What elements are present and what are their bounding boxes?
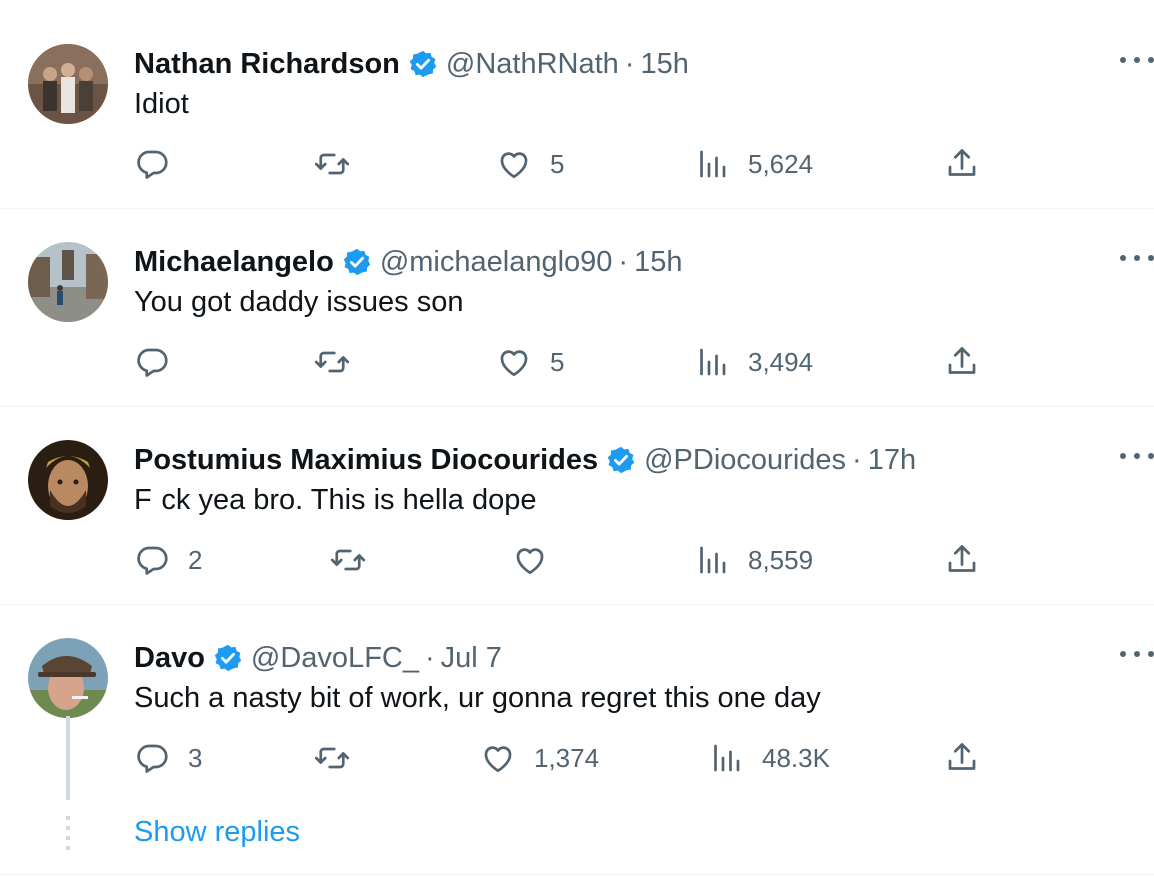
views-button[interactable]: 3,494	[694, 344, 813, 380]
share-icon	[944, 740, 980, 776]
display-name[interactable]: Nathan Richardson	[134, 48, 400, 81]
view-count: 5,624	[748, 148, 814, 179]
like-button[interactable]: 5	[496, 146, 564, 182]
separator: ·	[424, 641, 435, 674]
share-icon	[944, 146, 980, 182]
tweet-text: Such a nasty bit of work, ur gonna regre…	[134, 682, 821, 714]
timestamp[interactable]: 15h	[634, 246, 682, 279]
retweet-icon	[314, 344, 350, 380]
retweet-button[interactable]	[314, 344, 350, 380]
reply-button[interactable]: 3	[134, 740, 202, 776]
like-count: 1,374	[534, 742, 600, 773]
user-handle[interactable]: @michaelanglo90	[380, 246, 613, 279]
like-icon	[512, 542, 548, 578]
share-button[interactable]	[944, 146, 980, 182]
reply-count: 2	[188, 544, 203, 575]
reply-count: 3	[188, 742, 203, 773]
more-icon[interactable]	[1120, 50, 1154, 70]
views-icon	[708, 740, 744, 776]
verified-icon[interactable]	[408, 49, 438, 79]
avatar[interactable]	[28, 440, 108, 520]
share-button[interactable]	[944, 344, 980, 380]
views-button[interactable]: 8,559	[694, 542, 813, 578]
user-handle[interactable]: @NathRNath	[446, 48, 619, 81]
views-icon	[694, 146, 730, 182]
reply-button[interactable]	[134, 344, 170, 380]
reply-button[interactable]	[134, 146, 170, 182]
views-icon	[694, 344, 730, 380]
separator: ·	[624, 47, 635, 80]
tweet-text: F ck yea bro. This is hella dope	[134, 484, 537, 516]
verified-icon[interactable]	[342, 247, 372, 277]
retweet-icon	[314, 146, 350, 182]
retweet-button[interactable]	[314, 740, 350, 776]
tweet[interactable]: Michaelangelo @michaelanglo90 · 15h You …	[0, 208, 1154, 407]
verified-icon[interactable]	[213, 643, 243, 673]
thread-dots	[66, 816, 70, 852]
display-name[interactable]: Michaelangelo	[134, 246, 334, 279]
tweet-text: Idiot	[134, 88, 189, 120]
reply-icon	[134, 740, 170, 776]
separator: ·	[852, 443, 862, 476]
separator: ·	[618, 245, 629, 278]
share-button[interactable]	[944, 740, 980, 776]
thread-line	[66, 716, 70, 800]
tweet[interactable]: Nathan Richardson @NathRNath · 15h Idiot…	[0, 10, 1154, 209]
share-icon	[944, 542, 980, 578]
display-name[interactable]: Davo	[134, 642, 205, 675]
like-icon	[496, 146, 532, 182]
retweet-button[interactable]	[314, 146, 350, 182]
avatar[interactable]	[28, 242, 108, 322]
views-button[interactable]: 48.3K	[708, 740, 830, 776]
reply-icon	[134, 146, 170, 182]
avatar[interactable]	[28, 44, 108, 124]
timestamp[interactable]: Jul 7	[441, 642, 502, 675]
view-count: 48.3K	[762, 742, 830, 773]
retweet-button[interactable]	[330, 542, 366, 578]
display-name[interactable]: Postumius Maximius Diocourides	[134, 444, 598, 477]
reply-button[interactable]: 2	[134, 542, 202, 578]
tweet[interactable]: Postumius Maximius Diocourides @PDiocour…	[0, 406, 1154, 605]
like-icon	[480, 740, 516, 776]
timestamp[interactable]: 17h	[868, 444, 916, 477]
share-icon	[944, 344, 980, 380]
share-button[interactable]	[944, 542, 980, 578]
avatar[interactable]	[28, 638, 108, 718]
more-icon[interactable]	[1120, 446, 1154, 466]
more-icon[interactable]	[1120, 644, 1154, 664]
user-handle[interactable]: @PDiocourides	[644, 444, 846, 477]
timestamp[interactable]: 15h	[640, 48, 688, 81]
views-button[interactable]: 5,624	[694, 146, 813, 182]
view-count: 3,494	[748, 346, 814, 377]
user-handle[interactable]: @DavoLFC_	[251, 642, 419, 675]
retweet-icon	[314, 740, 350, 776]
reply-icon	[134, 344, 170, 380]
like-button[interactable]	[512, 542, 548, 578]
like-button[interactable]: 5	[496, 344, 564, 380]
like-count: 5	[550, 148, 565, 179]
view-count: 8,559	[748, 544, 814, 575]
views-icon	[694, 542, 730, 578]
show-replies-link[interactable]: Show replies	[134, 816, 300, 849]
tweet-text: You got daddy issues son	[134, 286, 464, 318]
reply-icon	[134, 542, 170, 578]
like-button[interactable]: 1,374	[480, 740, 599, 776]
like-count: 5	[550, 346, 565, 377]
more-icon[interactable]	[1120, 248, 1154, 268]
like-icon	[496, 344, 532, 380]
retweet-icon	[330, 542, 366, 578]
verified-icon[interactable]	[606, 445, 636, 475]
